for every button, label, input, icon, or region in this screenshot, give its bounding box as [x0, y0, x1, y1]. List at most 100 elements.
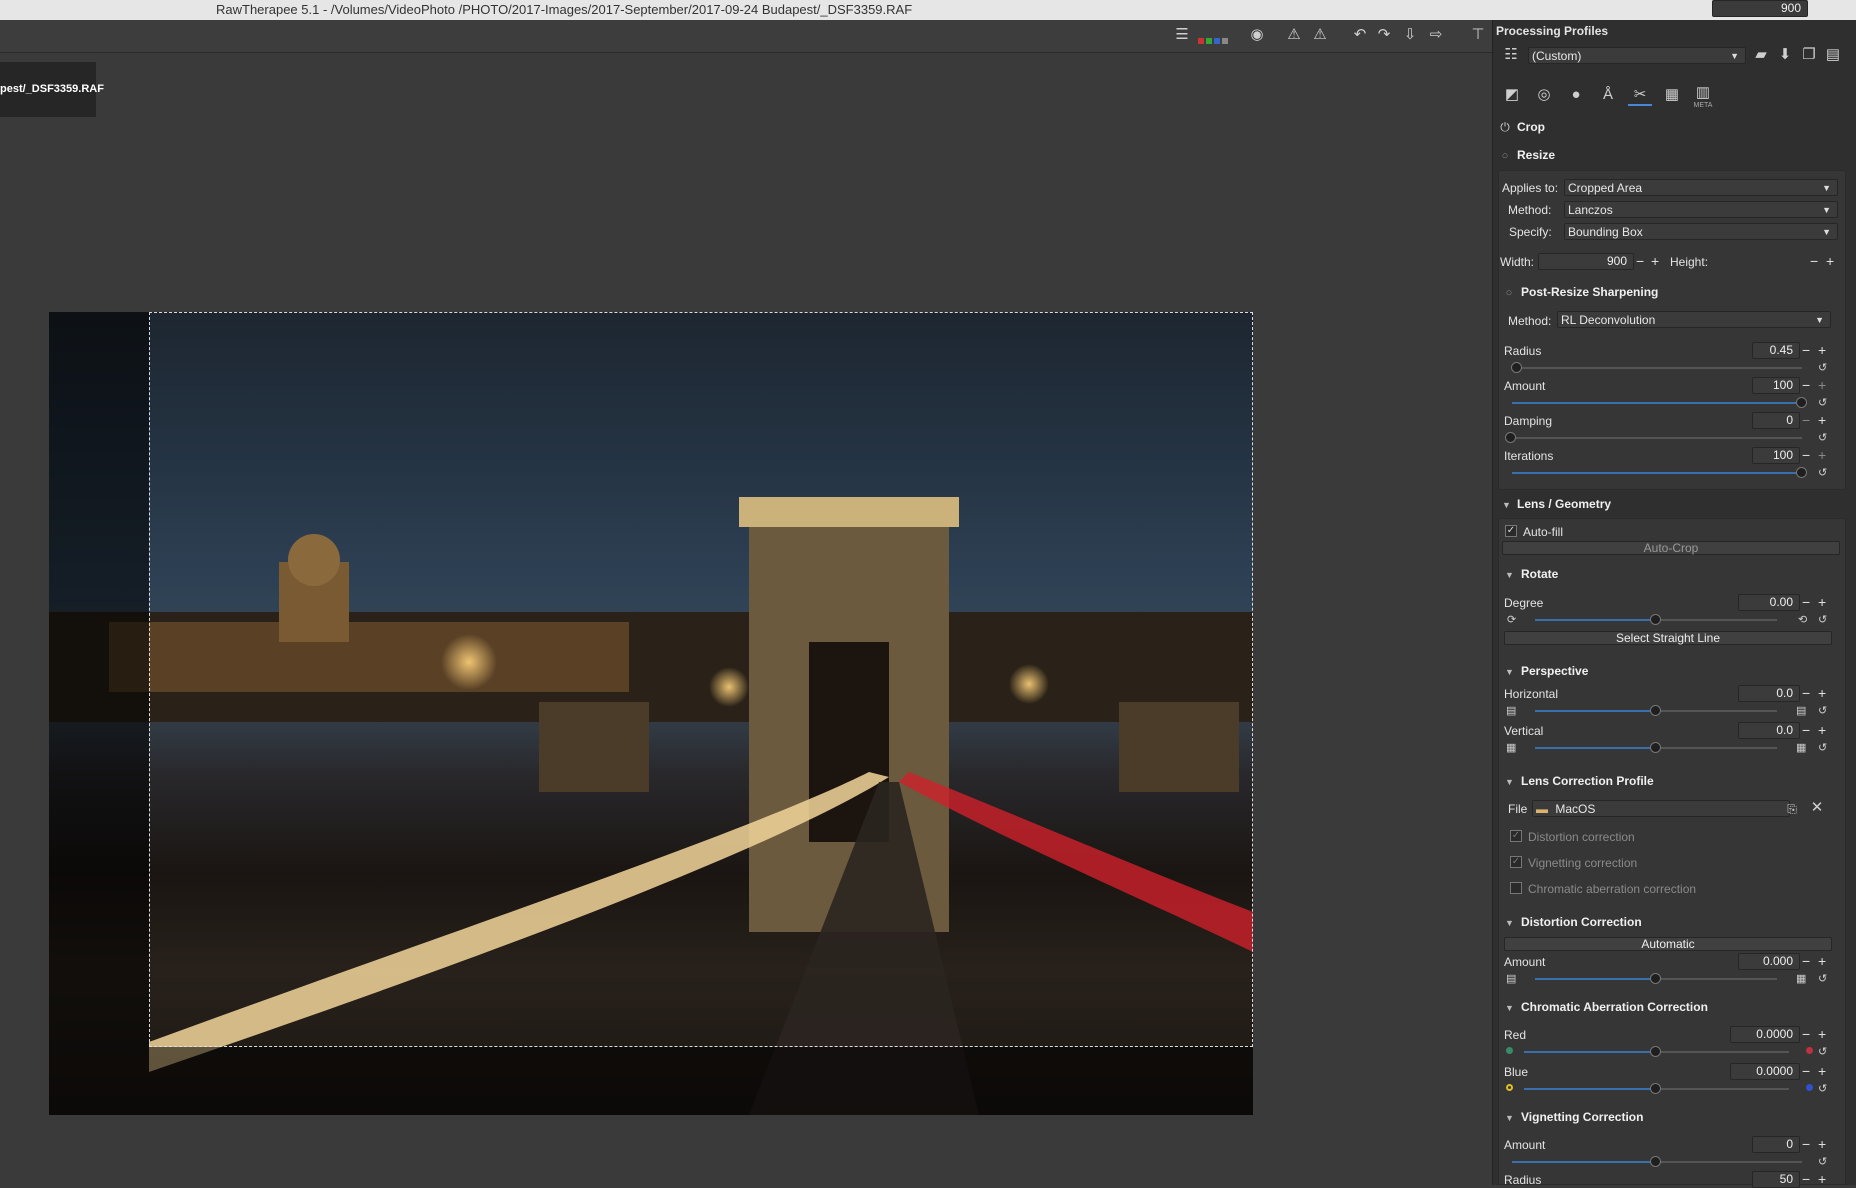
horizontal-slider[interactable] [1535, 710, 1655, 712]
post-resize-sharpening-title[interactable]: Post-Resize Sharpening [1521, 285, 1658, 299]
flip-vertical-icon[interactable]: ⇩ [1400, 26, 1420, 44]
vignet-radius-decrement[interactable]: − [1802, 1172, 1810, 1186]
degree-slider[interactable] [1535, 619, 1655, 621]
radius-decrement[interactable]: − [1802, 343, 1810, 357]
vignetting-expander-icon[interactable]: ▼ [1505, 1113, 1514, 1123]
damping-slider-knob[interactable] [1505, 432, 1516, 443]
amount-slider-knob[interactable] [1796, 397, 1807, 408]
rotate-expander-icon[interactable]: ▼ [1505, 570, 1514, 580]
horizontal-slider-knob[interactable] [1650, 705, 1661, 716]
clip-highlight-warning-icon[interactable]: ⚠ [1310, 26, 1330, 44]
amount-increment[interactable]: + [1818, 378, 1826, 392]
height-increment[interactable]: + [1826, 254, 1834, 268]
vignet-radius-value[interactable]: 50 [1752, 1171, 1800, 1188]
degree-slider-knob[interactable] [1650, 614, 1661, 625]
autofill-checkbox[interactable]: ✓ [1505, 525, 1517, 537]
advanced-tab-icon[interactable]: Å [1596, 86, 1620, 104]
horizontal-decrement[interactable]: − [1802, 686, 1810, 700]
automatic-button[interactable]: Automatic [1504, 937, 1832, 951]
perspective-expander-icon[interactable]: ▼ [1505, 667, 1514, 677]
lens-geometry-expander-icon[interactable]: ▼ [1502, 500, 1511, 510]
distortion-correction-checkbox[interactable]: ✓ [1510, 830, 1522, 842]
distortion-expander-icon[interactable]: ▼ [1505, 918, 1514, 928]
vignet-amount-increment[interactable]: + [1818, 1137, 1826, 1151]
lens-correction-profile-title[interactable]: Lens Correction Profile [1521, 774, 1654, 788]
paste-profile-icon[interactable]: ▤ [1822, 46, 1844, 64]
distortion-correction-title[interactable]: Distortion Correction [1521, 915, 1642, 929]
horizontal-increment[interactable]: + [1818, 686, 1826, 700]
vignet-amount-slider[interactable] [1512, 1161, 1655, 1163]
vignetting-correction-checkbox[interactable]: ✓ [1510, 856, 1522, 868]
iterations-reset-icon[interactable]: ↺ [1818, 466, 1827, 479]
blue-increment[interactable]: + [1818, 1064, 1826, 1078]
resize-power-icon[interactable]: ○ [1498, 147, 1512, 165]
method-select[interactable]: Lanczos ▼ [1564, 201, 1838, 218]
specify-select[interactable]: Bounding Box ▼ [1564, 223, 1838, 240]
blue-slider-knob[interactable] [1650, 1083, 1661, 1094]
vignet-amount-slider-knob[interactable] [1650, 1156, 1661, 1167]
distortion-amount-value[interactable]: 0.000 [1738, 953, 1800, 970]
iterations-increment[interactable]: + [1818, 448, 1826, 462]
iterations-slider-knob[interactable] [1796, 467, 1807, 478]
save-profile-icon[interactable]: ⬇ [1774, 46, 1796, 64]
radius-reset-icon[interactable]: ↺ [1818, 361, 1827, 374]
crop-power-icon[interactable]: ⏻ [1498, 118, 1512, 136]
radius-slider[interactable] [1512, 367, 1802, 369]
width-input[interactable]: 900 [1538, 253, 1634, 270]
vignet-amount-reset-icon[interactable]: ↺ [1818, 1155, 1827, 1168]
vertical-value[interactable]: 0.0 [1738, 722, 1800, 739]
copy-profile-icon[interactable]: ❐ [1798, 46, 1820, 64]
file-tab[interactable]: pest/_DSF3359.RAF [0, 62, 104, 117]
vignet-amount-decrement[interactable]: − [1802, 1137, 1810, 1151]
horizontal-value[interactable]: 0.0 [1738, 685, 1800, 702]
red-slider[interactable] [1524, 1051, 1655, 1053]
red-increment[interactable]: + [1818, 1027, 1826, 1041]
degree-value[interactable]: 0.00 [1738, 594, 1800, 611]
lens-geometry-title[interactable]: Lens / Geometry [1517, 497, 1611, 511]
clip-shadow-warning-icon[interactable]: ⚠ [1284, 26, 1304, 44]
radius-slider-knob[interactable] [1511, 362, 1522, 373]
lcp-expander-icon[interactable]: ▼ [1505, 777, 1514, 787]
damping-decrement[interactable]: − [1802, 413, 1810, 427]
blue-value[interactable]: 0.0000 [1730, 1063, 1800, 1080]
auto-crop-button[interactable]: Auto-Crop [1502, 541, 1840, 555]
degree-increment[interactable]: + [1818, 595, 1826, 609]
chromatic-aberration-correction-title[interactable]: Chromatic Aberration Correction [1521, 1000, 1708, 1014]
vignetting-correction-title[interactable]: Vignetting Correction [1521, 1110, 1643, 1124]
select-straight-line-button[interactable]: Select Straight Line [1504, 631, 1832, 645]
radius-increment[interactable]: + [1818, 343, 1826, 357]
blue-reset-icon[interactable]: ↺ [1818, 1082, 1827, 1095]
vertical-reset-icon[interactable]: ↺ [1818, 741, 1827, 754]
iterations-value[interactable]: 100 [1752, 447, 1800, 464]
cac-expander-icon[interactable]: ▼ [1505, 1003, 1514, 1013]
horizontal-reset-icon[interactable]: ↺ [1818, 704, 1827, 717]
blue-decrement[interactable]: − [1802, 1064, 1810, 1078]
red-value[interactable]: 0.0000 [1730, 1026, 1800, 1043]
vignet-amount-value[interactable]: 0 [1752, 1136, 1800, 1153]
sharpening-power-icon[interactable]: ○ [1502, 284, 1516, 302]
perspective-title[interactable]: Perspective [1521, 664, 1588, 678]
red-slider-knob[interactable] [1650, 1046, 1661, 1057]
open-profile-icon[interactable]: ▰ [1750, 46, 1772, 64]
distortion-amount-slider-knob[interactable] [1650, 973, 1661, 984]
amount-slider[interactable] [1512, 402, 1802, 404]
crop-title[interactable]: Crop [1517, 120, 1545, 134]
degree-reset-icon[interactable]: ↺ [1818, 613, 1827, 626]
damping-slider[interactable] [1512, 437, 1802, 439]
channel-rgb-icon[interactable] [1198, 38, 1228, 44]
hide-toolbar-icon[interactable]: ⊤ [1468, 26, 1488, 44]
damping-value[interactable]: 0 [1752, 412, 1800, 429]
amount-reset-icon[interactable]: ↺ [1818, 396, 1827, 409]
iterations-decrement[interactable]: − [1802, 448, 1810, 462]
exposure-tab-icon[interactable]: ◩ [1500, 86, 1524, 104]
vignet-radius-increment[interactable]: + [1818, 1172, 1826, 1186]
lcp-file-chooser[interactable]: ▬ MacOS [1532, 800, 1790, 817]
ca-correction-checkbox[interactable] [1510, 882, 1522, 894]
red-reset-icon[interactable]: ↺ [1818, 1045, 1827, 1058]
flip-horizontal-icon[interactable]: ⇨ [1426, 26, 1446, 44]
rotate-right-icon[interactable]: ↷ [1374, 26, 1394, 44]
width-increment[interactable]: + [1651, 254, 1659, 268]
blue-slider[interactable] [1524, 1088, 1655, 1090]
lcp-clear-icon[interactable]: ✕ [1808, 799, 1826, 817]
histogram-toggle-icon[interactable]: ☰ [1170, 26, 1194, 44]
